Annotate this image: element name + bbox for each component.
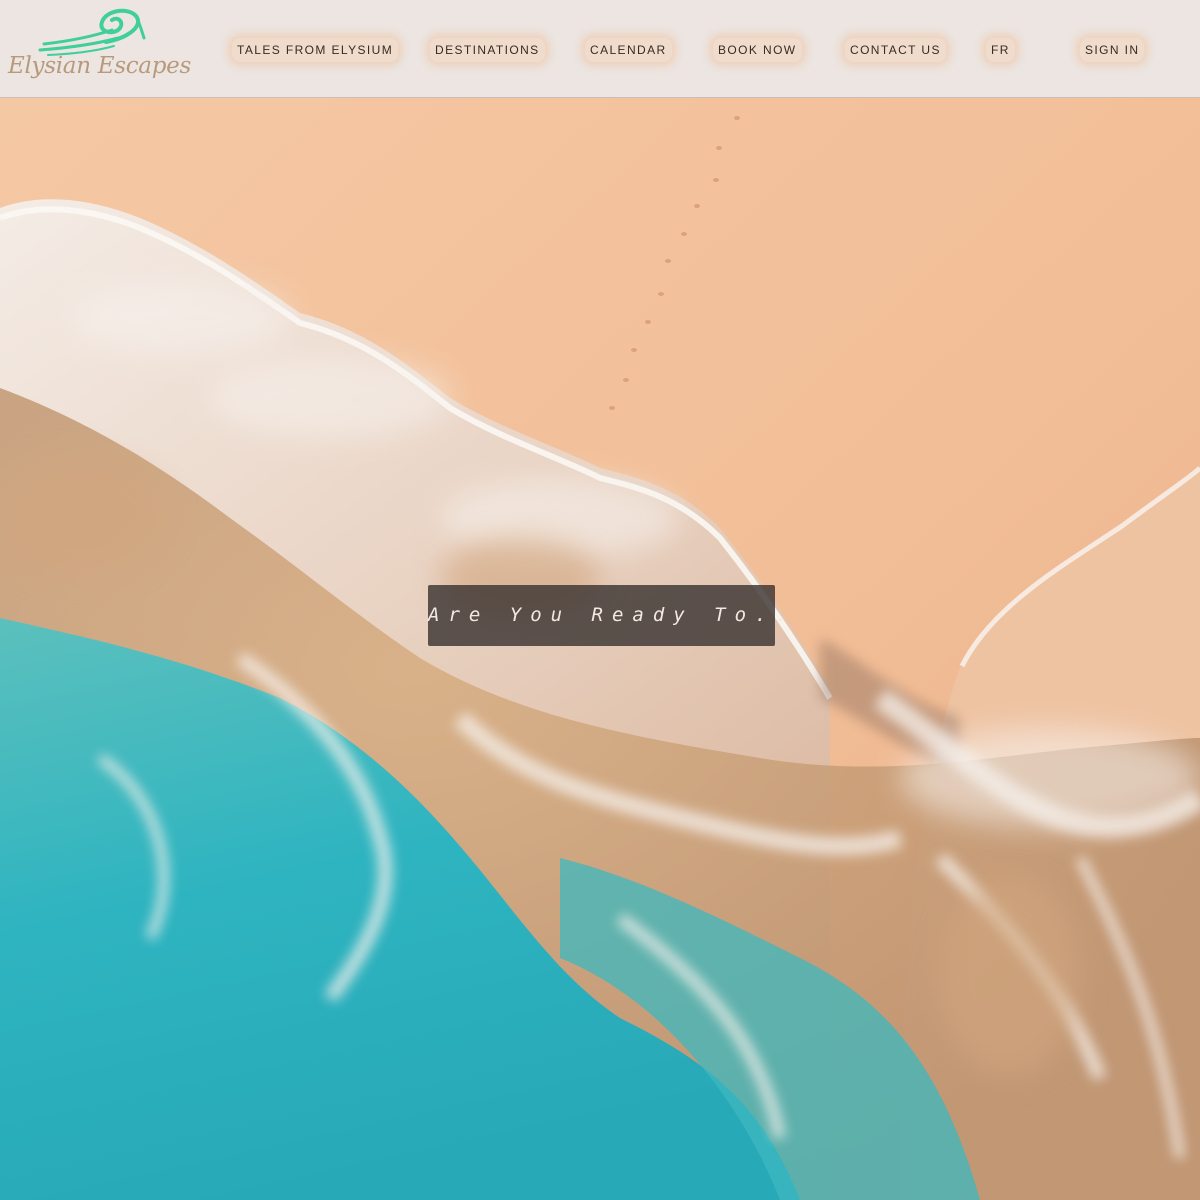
site-header: Elysian Escapes TALES FROM ELYSIUM DESTI… bbox=[0, 0, 1200, 98]
nav-tales-from-elysium[interactable]: TALES FROM ELYSIUM bbox=[232, 38, 399, 62]
nav-destinations[interactable]: DESTINATIONS bbox=[430, 38, 545, 62]
hero-beach-image bbox=[0, 98, 1200, 1200]
brand-logo[interactable]: Elysian Escapes bbox=[6, 8, 191, 88]
nav-language-toggle[interactable]: FR bbox=[986, 38, 1015, 62]
hero-tagline: Are You Ready To.. bbox=[428, 585, 787, 646]
nav-calendar[interactable]: CALENDAR bbox=[585, 38, 672, 62]
hero-section: Are You Ready To.. bbox=[0, 98, 1200, 1200]
nav-book-now[interactable]: BOOK NOW bbox=[713, 38, 802, 62]
nav-contact-us[interactable]: CONTACT US bbox=[845, 38, 946, 62]
page: Elysian Escapes TALES FROM ELYSIUM DESTI… bbox=[0, 0, 1200, 1200]
nav-sign-in[interactable]: SIGN IN bbox=[1080, 38, 1145, 62]
brand-name: Elysian Escapes bbox=[8, 53, 191, 79]
